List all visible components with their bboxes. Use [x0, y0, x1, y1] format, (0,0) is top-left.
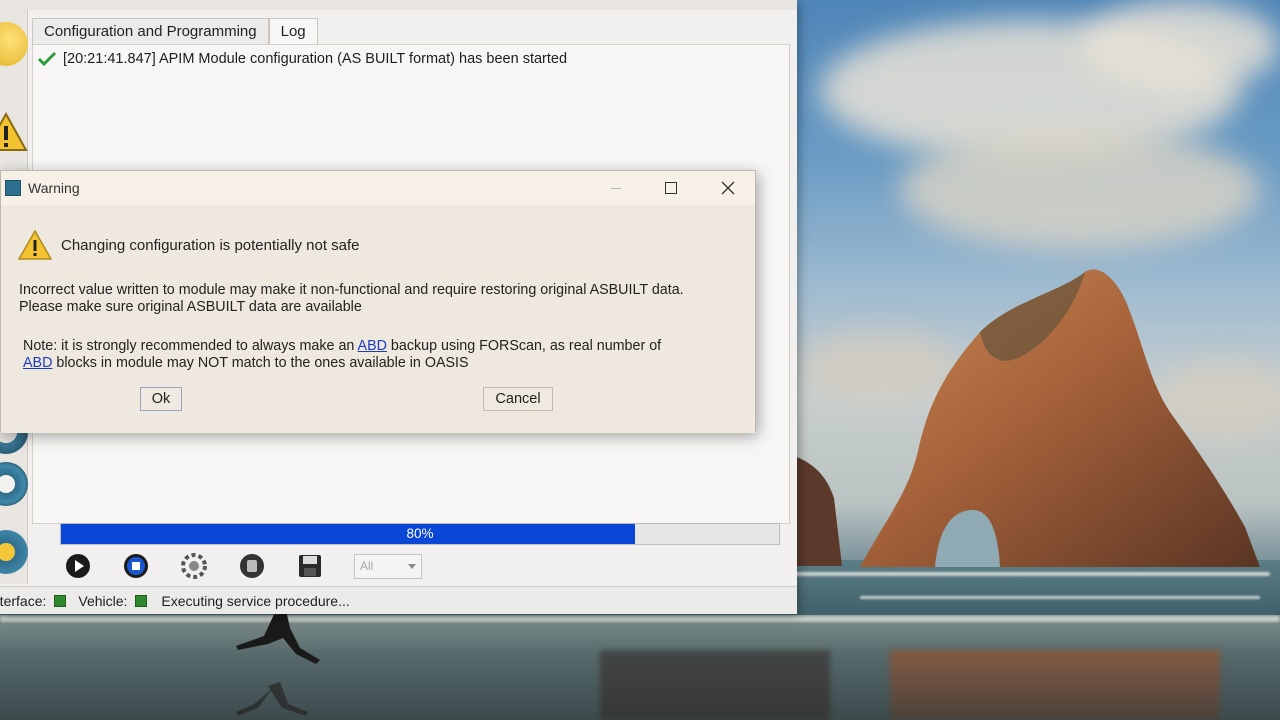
vehicle-label: Vehicle:	[78, 592, 128, 609]
wave	[860, 596, 1260, 599]
abd-link[interactable]: ABD	[358, 338, 387, 354]
progress-label: 80%	[406, 526, 434, 541]
interface-label: Interface:	[0, 592, 47, 609]
control-toolbar: All	[60, 550, 422, 582]
log-entry: [20:21:41.847] APIM Module configuration…	[37, 51, 567, 67]
vehicle-status-led	[135, 594, 148, 607]
module-select-value: All	[360, 558, 374, 573]
warning-message: Incorrect value written to module may ma…	[19, 282, 684, 315]
warning-note: Note: it is strongly recommended to alwa…	[23, 338, 723, 372]
app-icon	[5, 180, 21, 196]
maximize-button[interactable]	[646, 171, 696, 205]
chevron-down-icon	[408, 563, 416, 569]
abd-link[interactable]: ABD	[23, 355, 52, 371]
warning-triangle-icon[interactable]	[0, 110, 28, 154]
cancel-button[interactable]: Cancel	[483, 387, 553, 411]
ok-button[interactable]: Ok	[140, 387, 182, 411]
status-bar: Interface: Vehicle: Executing service pr…	[0, 586, 797, 614]
interface-status-led	[54, 594, 67, 607]
warning-dialog: Warning Changing configuration is potent…	[0, 170, 756, 433]
note-text-part: backup using FORScan, as real number of	[386, 338, 662, 354]
save-button[interactable]	[292, 550, 328, 582]
tab-configuration-programming[interactable]: Configuration and Programming	[32, 18, 269, 44]
stop-button[interactable]	[118, 550, 154, 582]
maximize-icon	[665, 182, 677, 194]
settings-button[interactable]	[176, 550, 212, 582]
wave	[0, 616, 1280, 622]
dialog-body: Changing configuration is potentially no…	[1, 205, 755, 433]
record-icon	[240, 554, 264, 578]
warning-heading-row: Changing configuration is potentially no…	[17, 229, 360, 261]
tab-bar: Configuration and Programming Log	[32, 18, 318, 44]
cloud	[900, 130, 1260, 250]
dialog-titlebar: Warning	[1, 171, 755, 205]
close-icon	[721, 181, 735, 195]
settings-icon	[181, 553, 207, 579]
module-select[interactable]: All	[354, 553, 422, 579]
minimize-icon	[611, 187, 621, 189]
rock-reflection	[890, 650, 1220, 720]
save-icon	[299, 555, 321, 577]
progress-bar: 80%	[60, 523, 780, 545]
checkmark-icon	[37, 51, 57, 67]
service-gear-icon[interactable]	[0, 462, 28, 506]
warning-icon	[17, 229, 53, 260]
rock-arch	[860, 269, 1260, 567]
close-button[interactable]	[703, 171, 753, 205]
app-titlebar	[0, 0, 797, 10]
note-text-part: Note: it is strongly recommended to alwa…	[23, 338, 358, 354]
help-steering-wheel-icon[interactable]	[0, 530, 28, 574]
cloud	[1080, 0, 1280, 90]
tab-log[interactable]: Log	[268, 18, 318, 44]
play-button[interactable]	[60, 550, 96, 582]
rock-reflection	[600, 650, 830, 720]
log-entry-text: [20:21:41.847] APIM Module configuration…	[63, 51, 568, 67]
lightbulb-icon[interactable]	[0, 22, 28, 66]
dialog-title: Warning	[28, 180, 80, 196]
note-text-part: blocks in module may NOT match to the on…	[52, 355, 469, 371]
warning-heading: Changing configuration is potentially no…	[61, 236, 360, 254]
status-text: Executing service procedure...	[161, 592, 350, 609]
play-icon	[66, 554, 90, 578]
runner-silhouette	[236, 610, 320, 716]
stop-icon	[124, 554, 148, 578]
record-button[interactable]	[234, 550, 270, 582]
minimize-button[interactable]	[591, 171, 641, 205]
